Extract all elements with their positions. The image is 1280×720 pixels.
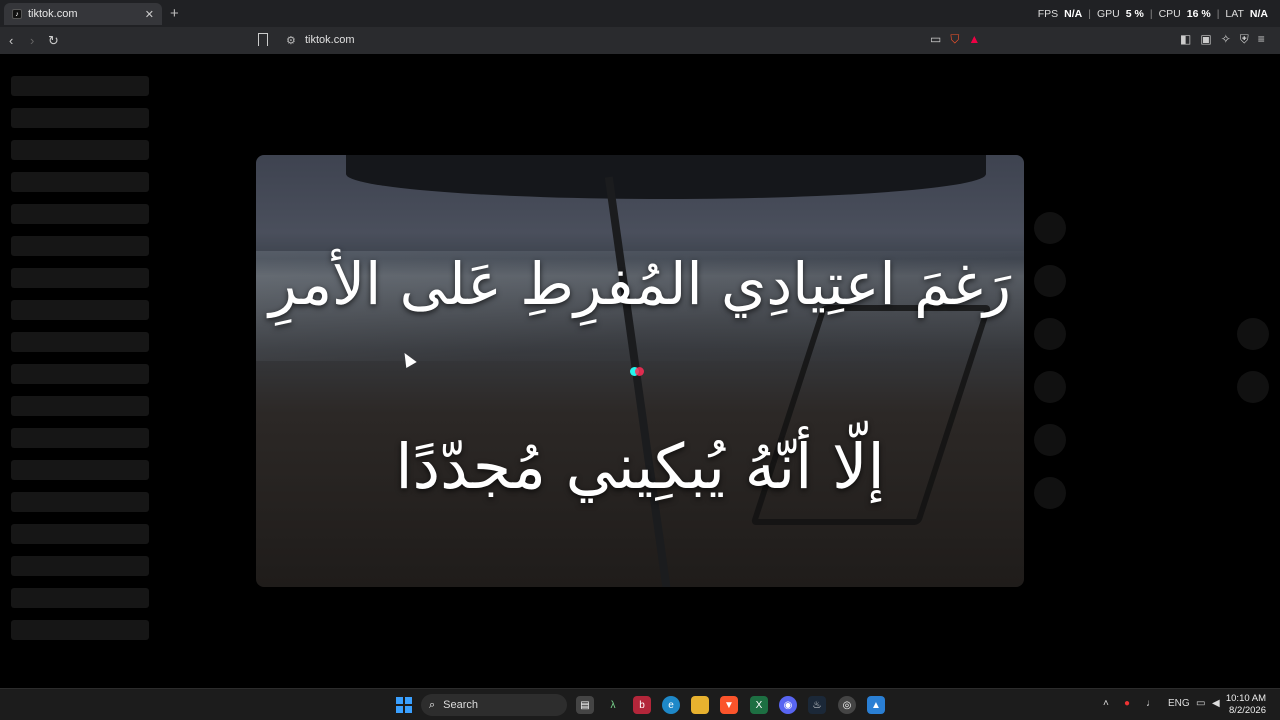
reload-icon[interactable]: ↻ (48, 33, 59, 49)
cpu-value: 16 % (1186, 8, 1211, 20)
video-background (346, 155, 986, 199)
skeleton-placeholder (11, 140, 149, 160)
cast-icon[interactable]: ▭ (930, 32, 941, 47)
caption-line-2: إلّا أنّهُ يُبكِيني مُجدّدًا (395, 430, 885, 503)
lat-label: LAT (1225, 8, 1244, 20)
avatar[interactable] (1034, 212, 1066, 244)
app-icon[interactable]: b (633, 696, 651, 714)
skeleton-placeholder (11, 268, 149, 288)
skeleton-placeholder (11, 204, 149, 224)
save-button[interactable] (1034, 371, 1066, 403)
chrome-icon[interactable]: ◎ (838, 696, 856, 714)
address-bar: ‹ › ↻ ⚙ tiktok.com ▭ ⛉ ▲ ◧ ▣ ✧ ⛨ ≡ (0, 27, 1280, 54)
site-info-icon[interactable]: ⚙ (286, 34, 296, 47)
back-icon[interactable]: ‹ (9, 33, 13, 48)
sidebar-icon[interactable]: ◧ (1180, 32, 1191, 47)
brave-rewards-icon[interactable]: ▲ (968, 32, 980, 47)
skeleton-placeholder (11, 620, 149, 640)
skeleton-placeholder (11, 364, 149, 384)
comment-button[interactable] (1034, 318, 1066, 350)
skeleton-placeholder (11, 332, 149, 352)
caption-line-1: رَغمَ اعتِيادِي المُفرِطِ عَلى الأمرِ (268, 250, 1012, 318)
more-button[interactable] (1034, 477, 1066, 509)
separator: | (1149, 8, 1153, 20)
previous-video-button[interactable] (1237, 318, 1269, 350)
terminal-icon[interactable]: λ (604, 696, 622, 714)
like-button[interactable] (1034, 265, 1066, 297)
photos-icon[interactable]: ▲ (867, 696, 885, 714)
wallet-icon[interactable]: ▣ (1200, 32, 1211, 47)
microphone-icon[interactable]: ♩ (1146, 698, 1156, 709)
share-button[interactable] (1034, 424, 1066, 456)
sidebar-skeleton (11, 76, 149, 652)
skeleton-placeholder (11, 108, 149, 128)
toolbar-icons: ◧ ▣ ✧ ⛨ ≡ (1180, 32, 1265, 47)
excel-icon[interactable]: X (750, 696, 768, 714)
file-explorer-icon[interactable]: ▤ (576, 696, 594, 714)
forward-icon[interactable]: › (30, 33, 34, 48)
performance-overlay: FPS N/A | GPU 5 % | CPU 16 % | LAT N/A (1038, 8, 1268, 20)
clock[interactable]: 10:10 AM 8/2/2026 (1226, 693, 1266, 717)
cpu-label: CPU (1158, 8, 1181, 20)
skeleton-placeholder (11, 172, 149, 192)
tab-title: tiktok.com (28, 8, 78, 20)
taskbar: ⌕ Search ▤ λ b e ▼ X ◉ ♨ ◎ ▲ ˄ ● ♩ ENG ▭… (0, 688, 1280, 720)
network-icon[interactable]: ▭ (1196, 698, 1205, 709)
new-tab-button[interactable]: + (170, 5, 179, 22)
fps-label: FPS (1037, 8, 1059, 20)
loading-spinner (630, 365, 644, 379)
vpn-icon[interactable]: ⛨ (1240, 32, 1249, 47)
chevron-up-icon[interactable]: ˄ (1103, 698, 1109, 709)
skeleton-placeholder (11, 76, 149, 96)
video-background (604, 176, 672, 587)
volume-icon[interactable]: ◀ (1212, 698, 1220, 709)
skeleton-placeholder (11, 524, 149, 544)
search-icon: ⌕ (429, 698, 436, 711)
leo-icon[interactable]: ✧ (1221, 32, 1231, 47)
skeleton-placeholder (11, 492, 149, 512)
skeleton-placeholder (11, 588, 149, 608)
skeleton-placeholder (11, 236, 149, 256)
page-content: رَغمَ اعتِيادِي المُفرِطِ عَلى الأمرِ إل… (0, 54, 1280, 688)
brave-icon[interactable]: ▼ (720, 696, 738, 714)
tab-bar: ♪ tiktok.com ✕ + FPS N/A | GPU 5 % | CPU… (0, 0, 1280, 27)
language-indicator[interactable]: ENG (1168, 698, 1190, 709)
discord-icon[interactable]: ◉ (779, 696, 797, 714)
browser-tab[interactable]: ♪ tiktok.com ✕ (4, 3, 162, 25)
skeleton-placeholder (11, 460, 149, 480)
address-actions: ▭ ⛉ ▲ (930, 32, 980, 47)
start-icon[interactable] (396, 697, 412, 713)
bookmark-icon[interactable] (258, 33, 268, 46)
tray-app-icon[interactable]: ● (1124, 698, 1130, 709)
search-placeholder: Search (443, 699, 479, 711)
brave-shields-icon[interactable]: ⛉ (950, 32, 959, 47)
separator: | (1088, 8, 1091, 20)
lat-value: N/A (1249, 8, 1268, 20)
video-player[interactable]: رَغمَ اعتِيادِي المُفرِطِ عَلى الأمرِ إل… (256, 155, 1024, 587)
gpu-label: GPU (1096, 8, 1120, 20)
edge-icon[interactable]: e (662, 696, 680, 714)
steam-icon[interactable]: ♨ (808, 696, 826, 714)
gpu-value: 5 % (1125, 8, 1144, 20)
skeleton-placeholder (11, 428, 149, 448)
separator: | (1216, 8, 1220, 20)
skeleton-placeholder (11, 396, 149, 416)
tiktok-icon: ♪ (12, 9, 22, 19)
date: 8/2/2026 (1229, 705, 1266, 716)
skeleton-placeholder (11, 300, 149, 320)
next-video-button[interactable] (1237, 371, 1269, 403)
folder-icon[interactable] (691, 696, 709, 714)
url-field[interactable]: tiktok.com (305, 34, 355, 46)
search-box[interactable]: ⌕ Search (421, 694, 567, 716)
menu-icon[interactable]: ≡ (1258, 32, 1265, 47)
close-icon[interactable]: ✕ (145, 8, 154, 21)
skeleton-placeholder (11, 556, 149, 576)
time: 10:10 AM (1225, 693, 1266, 704)
fps-value: N/A (1064, 8, 1083, 20)
